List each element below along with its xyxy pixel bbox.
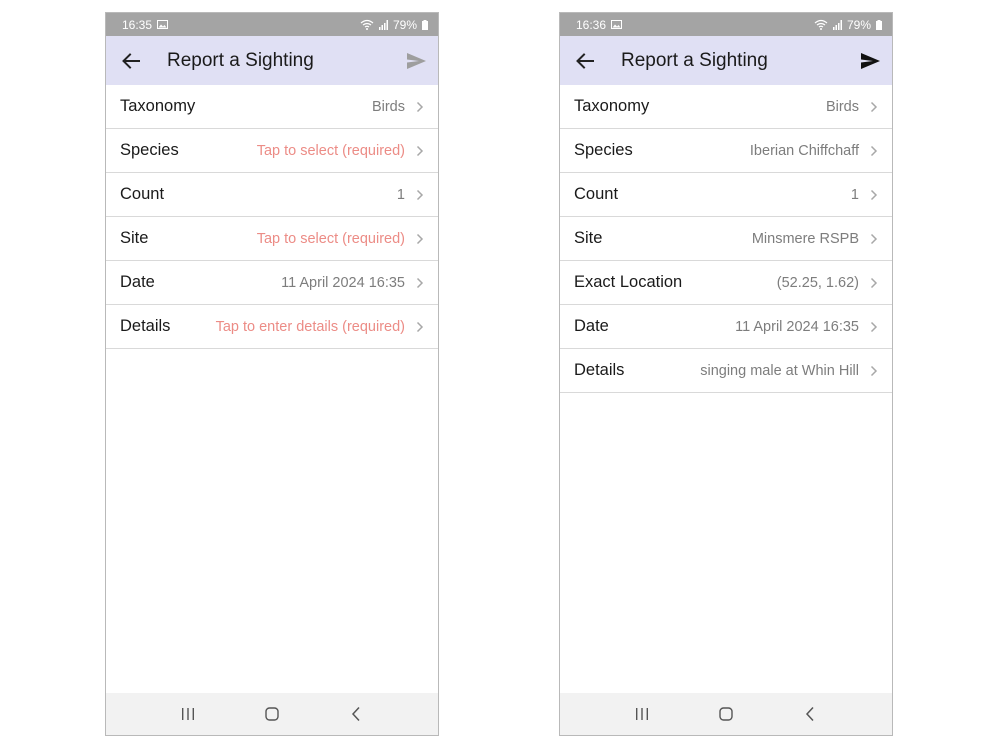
chevron-right-icon [416, 233, 424, 244]
form-list: Taxonomy Birds Species Iberian Chiffchaff Co… [560, 85, 892, 393]
battery-percent: 79% [846, 17, 871, 32]
home-button[interactable] [714, 702, 738, 726]
row-label: Species [574, 141, 633, 159]
battery-icon [876, 19, 882, 30]
recents-icon [182, 708, 194, 720]
chevron-right-icon [870, 233, 878, 244]
back-button[interactable] [120, 50, 142, 72]
row-label: Exact Location [574, 273, 683, 291]
chevron-right-icon [870, 277, 878, 288]
chevron-right-icon [870, 145, 878, 156]
app-bar: Report a Sighting [106, 36, 438, 85]
row-label: Species [120, 141, 179, 159]
recents-button[interactable] [176, 702, 200, 726]
signal-icon [378, 19, 388, 30]
row-label: Site [574, 229, 603, 247]
arrow-left-icon [122, 52, 140, 69]
row-value: 1 [396, 186, 405, 203]
row-value: Birds [371, 98, 405, 115]
send-button[interactable] [405, 50, 427, 72]
page-title: Report a Sighting [621, 49, 768, 71]
system-nav-bar [560, 693, 892, 735]
chevron-right-icon [416, 101, 424, 112]
form-row-date[interactable]: Date 11 April 2024 16:35 [106, 261, 438, 305]
chevron-right-icon [870, 365, 878, 376]
form-row-exact-location[interactable]: Exact Location (52.25, 1.62) [560, 261, 892, 305]
recents-button[interactable] [630, 702, 654, 726]
row-value: Minsmere RSPB [751, 230, 859, 247]
home-icon [265, 707, 279, 721]
row-value: Birds [825, 98, 859, 115]
chevron-right-icon [416, 321, 424, 332]
row-value: singing male at Whin Hill [700, 362, 859, 379]
battery-percent: 79% [392, 17, 417, 32]
row-value: Tap to enter details (required) [215, 318, 405, 335]
row-label: Taxonomy [120, 97, 196, 115]
row-label: Site [120, 229, 149, 247]
row-label: Details [120, 317, 171, 335]
row-label: Count [574, 185, 619, 203]
form-row-taxonomy[interactable]: Taxonomy Birds [106, 85, 438, 129]
system-nav-bar [106, 693, 438, 735]
phone-screen-before: 16:35 79% Report a Sighting Taxonomy Bird… [105, 12, 439, 736]
row-value: Tap to select (required) [256, 142, 405, 159]
row-label: Details [574, 361, 625, 379]
status-bar: 16:35 79% [106, 13, 438, 36]
form-row-species[interactable]: Species Tap to select (required) [106, 129, 438, 173]
form-row-details[interactable]: Details singing male at Whin Hill [560, 349, 892, 393]
chevron-right-icon [416, 189, 424, 200]
row-value: 1 [850, 186, 859, 203]
chevron-right-icon [870, 189, 878, 200]
form-row-date[interactable]: Date 11 April 2024 16:35 [560, 305, 892, 349]
form-row-count[interactable]: Count 1 [106, 173, 438, 217]
chevron-right-icon [870, 101, 878, 112]
nav-back-button[interactable] [344, 702, 368, 726]
chevron-right-icon [416, 145, 424, 156]
row-value: (52.25, 1.62) [776, 274, 859, 291]
back-button[interactable] [574, 50, 596, 72]
page-title: Report a Sighting [167, 49, 314, 71]
row-label: Date [574, 317, 609, 335]
home-button[interactable] [260, 702, 284, 726]
form-row-count[interactable]: Count 1 [560, 173, 892, 217]
back-nav-icon [805, 706, 814, 722]
nav-back-button[interactable] [798, 702, 822, 726]
status-bar: 16:36 79% [560, 13, 892, 36]
row-value: 11 April 2024 16:35 [281, 274, 405, 291]
chevron-right-icon [870, 321, 878, 332]
arrow-left-icon [576, 52, 594, 69]
app-bar: Report a Sighting [560, 36, 892, 85]
form-list: Taxonomy Birds Species Tap to select (requi… [106, 85, 438, 349]
status-time: 16:35 [122, 17, 153, 32]
send-button[interactable] [859, 50, 881, 72]
row-label: Count [120, 185, 165, 203]
row-value: 11 April 2024 16:35 [735, 318, 859, 335]
form-row-site[interactable]: Site Tap to select (required) [106, 217, 438, 261]
form-row-details[interactable]: Details Tap to enter details (required) [106, 305, 438, 349]
image-notification-icon [611, 20, 623, 29]
battery-icon [422, 19, 428, 30]
back-nav-icon [351, 706, 360, 722]
phone-screen-after: 16:36 79% Report a Sighting Taxonomy Bird… [559, 12, 893, 736]
wifi-icon [814, 19, 828, 30]
form-row-species[interactable]: Species Iberian Chiffchaff [560, 129, 892, 173]
home-icon [719, 707, 733, 721]
wifi-icon [360, 19, 374, 30]
signal-icon [832, 19, 842, 30]
status-time: 16:36 [576, 17, 607, 32]
row-value: Iberian Chiffchaff [749, 142, 859, 159]
form-row-taxonomy[interactable]: Taxonomy Birds [560, 85, 892, 129]
row-label: Date [120, 273, 155, 291]
row-value: Tap to select (required) [256, 230, 405, 247]
form-row-site[interactable]: Site Minsmere RSPB [560, 217, 892, 261]
row-label: Taxonomy [574, 97, 650, 115]
recents-icon [636, 708, 648, 720]
chevron-right-icon [416, 277, 424, 288]
image-notification-icon [157, 20, 169, 29]
